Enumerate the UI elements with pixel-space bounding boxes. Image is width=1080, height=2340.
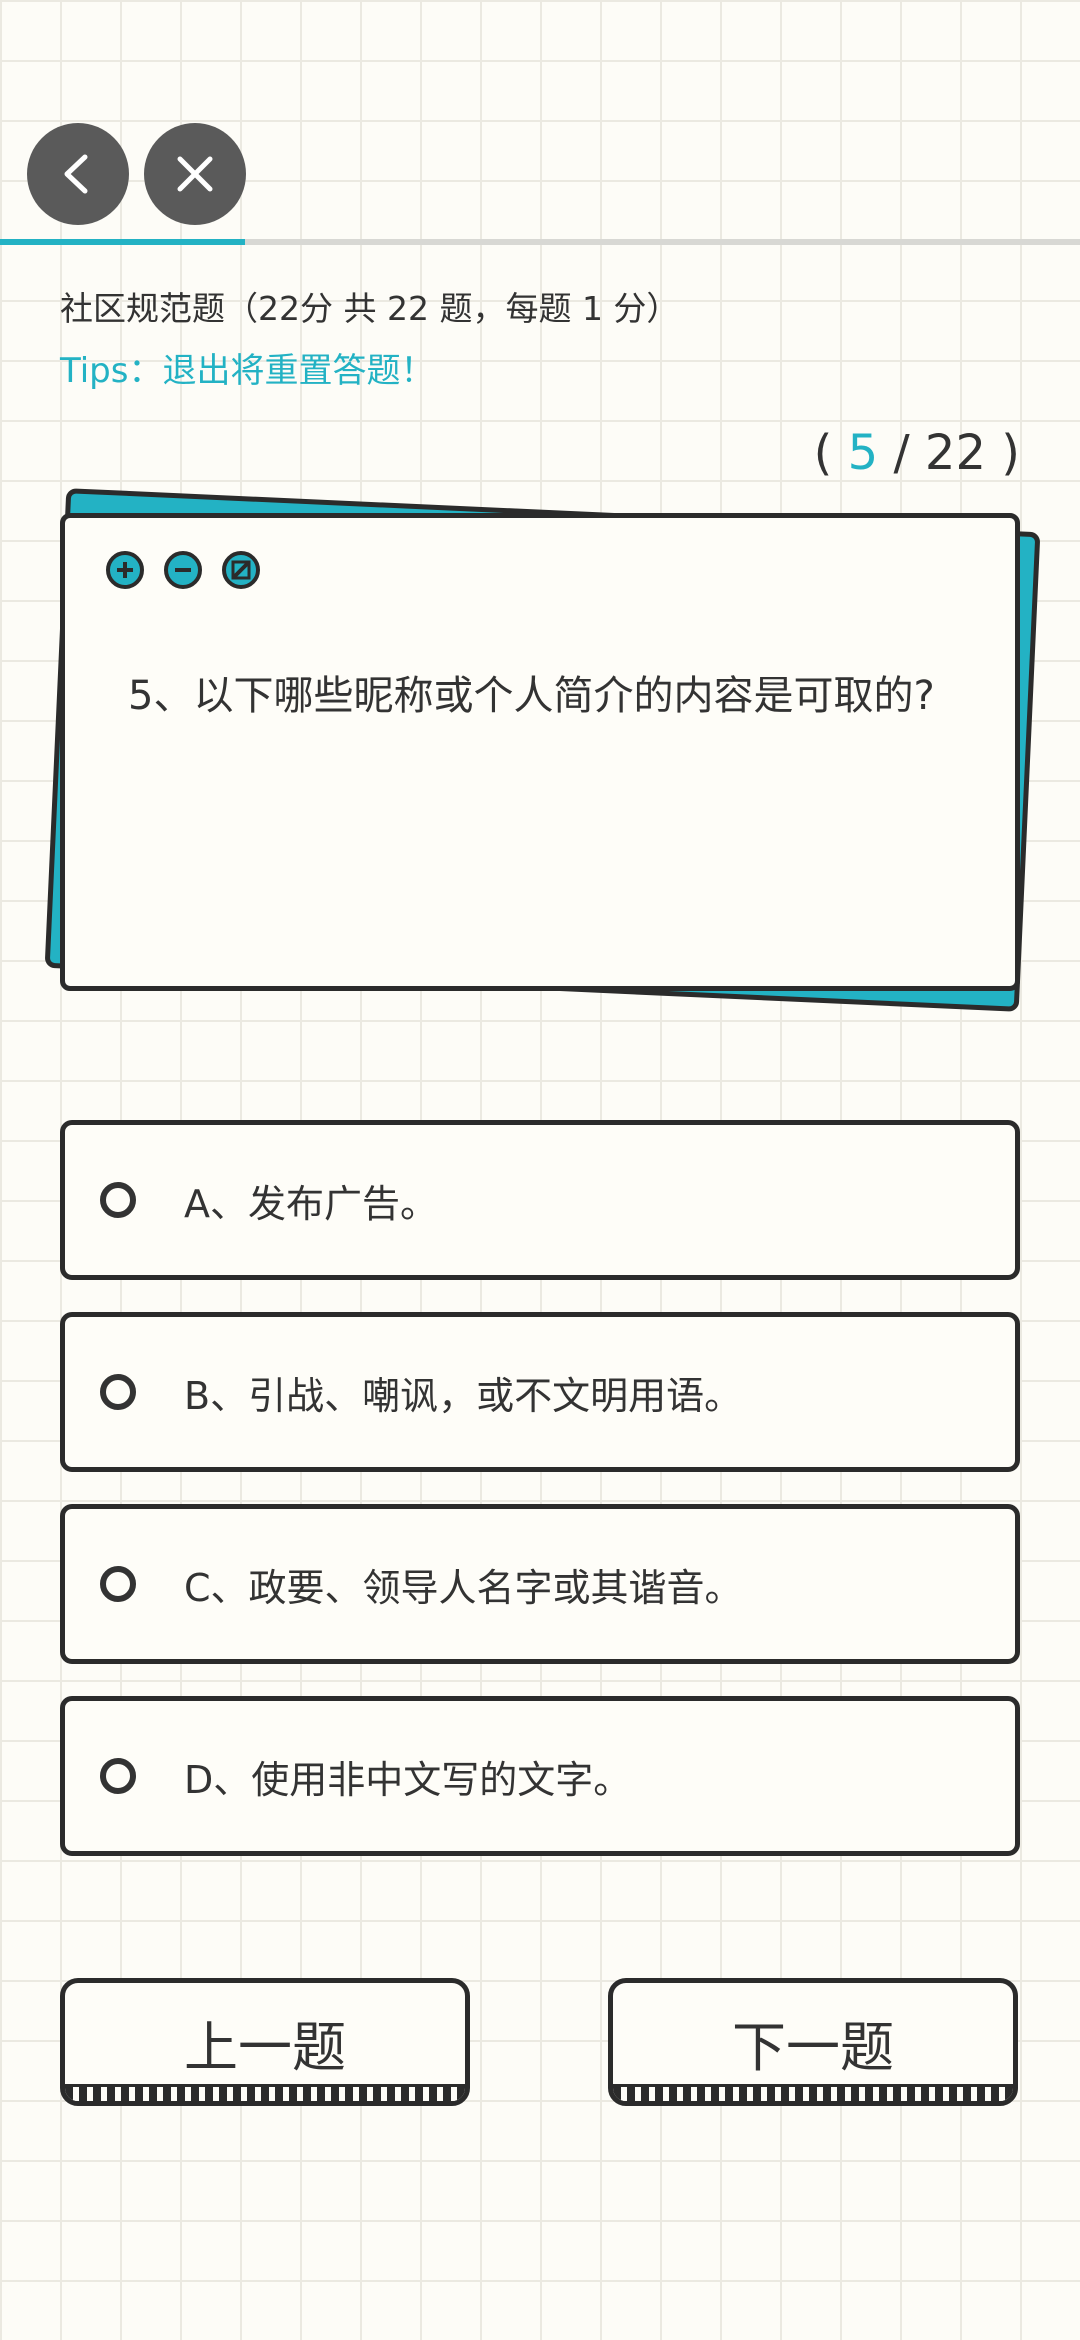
radio-a[interactable]	[100, 1182, 136, 1218]
question-counter: ( 5 / 22 )	[814, 425, 1020, 481]
chevron-left-icon	[64, 154, 88, 194]
close-button[interactable]	[144, 123, 246, 225]
option-b-label: B、引战、嘲讽，或不文明用语。	[184, 1373, 743, 1418]
counter-total: 22	[924, 425, 986, 481]
card-icon-row	[105, 550, 261, 590]
prev-question-button[interactable]: 上一题	[60, 1978, 470, 2106]
back-button[interactable]	[27, 123, 129, 225]
progress-bar	[0, 239, 1080, 245]
option-d[interactable]: D、使用非中文写的文字。	[60, 1696, 1020, 1856]
option-c[interactable]: C、政要、领导人名字或其谐音。	[60, 1504, 1020, 1664]
radio-d[interactable]	[100, 1758, 136, 1794]
radio-c[interactable]	[100, 1566, 136, 1602]
option-a-label: A、发布广告。	[184, 1181, 438, 1226]
next-question-label: 下一题	[732, 2015, 894, 2079]
plus-circle-icon	[105, 550, 145, 590]
counter-close: )	[1001, 425, 1020, 481]
option-a[interactable]: A、发布广告。	[60, 1120, 1020, 1280]
button-stripe	[613, 2084, 1013, 2101]
slash-circle-icon	[221, 550, 261, 590]
progress-fill	[0, 239, 246, 245]
question-text: 5、以下哪些昵称或个人简介的内容是可取的?	[128, 673, 935, 719]
button-stripe	[65, 2084, 465, 2101]
counter-current: 5	[847, 425, 879, 481]
next-question-button[interactable]: 下一题	[608, 1978, 1018, 2106]
counter-separator: /	[893, 425, 910, 481]
section-title: 社区规范题（22分 共 22 题，每题 1 分）	[60, 289, 680, 328]
minus-circle-icon	[163, 550, 203, 590]
tips-text: Tips：退出将重置答题！	[60, 351, 435, 391]
option-d-label: D、使用非中文写的文字。	[184, 1757, 632, 1802]
close-icon	[177, 156, 213, 192]
option-c-label: C、政要、领导人名字或其谐音。	[184, 1565, 743, 1610]
counter-open: (	[813, 425, 833, 481]
prev-question-label: 上一题	[184, 2015, 346, 2079]
radio-b[interactable]	[100, 1374, 136, 1410]
question-card: 5、以下哪些昵称或个人简介的内容是可取的?	[60, 513, 1020, 991]
option-b[interactable]: B、引战、嘲讽，或不文明用语。	[60, 1312, 1020, 1472]
